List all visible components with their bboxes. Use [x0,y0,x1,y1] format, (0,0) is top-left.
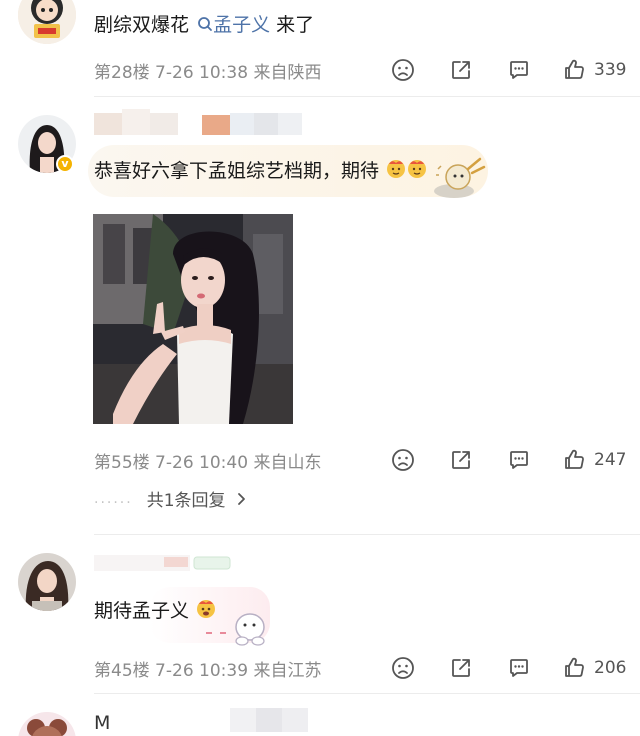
comment-text: 恭喜好六拿下孟姐综艺档期，期待 [94,156,429,183]
comment-actions: 206 [388,653,626,683]
share-icon [452,451,470,469]
verified-badge-icon: v [56,155,74,173]
comment-actions: 247 [388,445,626,475]
like-count: 339 [594,60,627,80]
mention-name[interactable]: 孟子义 [213,14,270,36]
avatar[interactable] [18,0,76,44]
reply-count[interactable]: 共1条回复 [147,486,226,511]
comment-image[interactable] [93,214,293,424]
dislike-button[interactable] [388,55,418,85]
comment-2: v 恭喜好六拿下孟姐综艺档期，期待 第55楼 7-26 10:40 来自山东 2… [0,97,640,535]
thumbs-up-icon [565,449,584,469]
comment-3: 期待孟子义 第45楼 7-26 10:39 来自江苏 206 [0,535,640,694]
like-button[interactable]: 206 [562,653,626,683]
comment-time: 10:38 [199,63,249,83]
comment-location: 来自陕西 [253,63,322,83]
bubble-character-icon [206,613,265,646]
dislike-button[interactable] [388,653,418,683]
comment-date: 7-26 [155,661,194,681]
like-button[interactable]: 247 [562,445,626,475]
comment-1: 剧综双爆花 孟子义 来了 第28楼 7-26 10:38 来自陕西 339 [0,0,640,97]
comment-icon [510,451,528,469]
comment-text-body: 恭喜好六拿下孟姐综艺档期，期待 [94,160,380,182]
like-count: 206 [594,658,627,678]
dislike-face-icon [392,59,414,81]
share-button[interactable] [446,445,476,475]
view-replies-link[interactable]: ...... 共1条回复 [94,486,248,511]
username-partial[interactable]: M [94,712,110,734]
username-redacted[interactable] [94,109,304,135]
emoji-icon [387,160,427,178]
floor-number: 第55楼 [94,453,150,473]
share-icon [452,61,470,79]
comment-location: 来自山东 [253,453,322,473]
avatar[interactable] [18,553,76,611]
avatar[interactable] [18,712,76,736]
comment-date: 7-26 [155,63,194,83]
comment-icon [510,61,528,79]
share-button[interactable] [446,653,476,683]
reply-button[interactable] [504,445,534,475]
comment-text-before: 剧综双爆花 [94,14,190,36]
comment-time: 10:39 [199,661,249,681]
like-button[interactable]: 339 [562,55,626,85]
comment-text-after: 来了 [270,14,315,36]
comment-time: 10:40 [199,453,249,473]
mention-link[interactable]: 孟子义 [195,14,270,36]
thumbs-up-icon [565,59,584,79]
reply-button[interactable] [504,55,534,85]
comment-location: 来自江苏 [253,661,322,681]
comment-meta: 第45楼 7-26 10:39 来自江苏 [94,656,321,681]
dislike-face-icon [392,657,414,679]
thumbs-up-icon [565,657,584,677]
search-link-icon [198,17,212,31]
reply-button[interactable] [504,653,534,683]
username[interactable]: M [94,712,110,734]
like-count: 247 [594,450,627,470]
comment-actions: 339 [388,55,626,85]
chevron-right-icon [237,492,245,505]
username-redacted[interactable] [230,706,310,732]
comment-text-body: 期待孟子义 [94,600,190,622]
reply-dots: ...... [94,490,133,507]
dislike-button[interactable] [388,445,418,475]
username-redacted[interactable] [94,549,234,575]
comment-meta: 第55楼 7-26 10:40 来自山东 [94,448,321,473]
share-button[interactable] [446,55,476,85]
share-icon [452,659,470,677]
comment-4: M [0,694,640,736]
comment-icon [510,659,528,677]
floor-number: 第28楼 [94,63,150,83]
dislike-face-icon [392,449,414,471]
floor-number: 第45楼 [94,661,150,681]
comment-date: 7-26 [155,453,194,473]
comment-meta: 第28楼 7-26 10:38 来自陕西 [94,58,321,83]
comment-text: 剧综双爆花 孟子义 来了 [94,10,314,37]
bubble-character-icon [434,157,486,198]
